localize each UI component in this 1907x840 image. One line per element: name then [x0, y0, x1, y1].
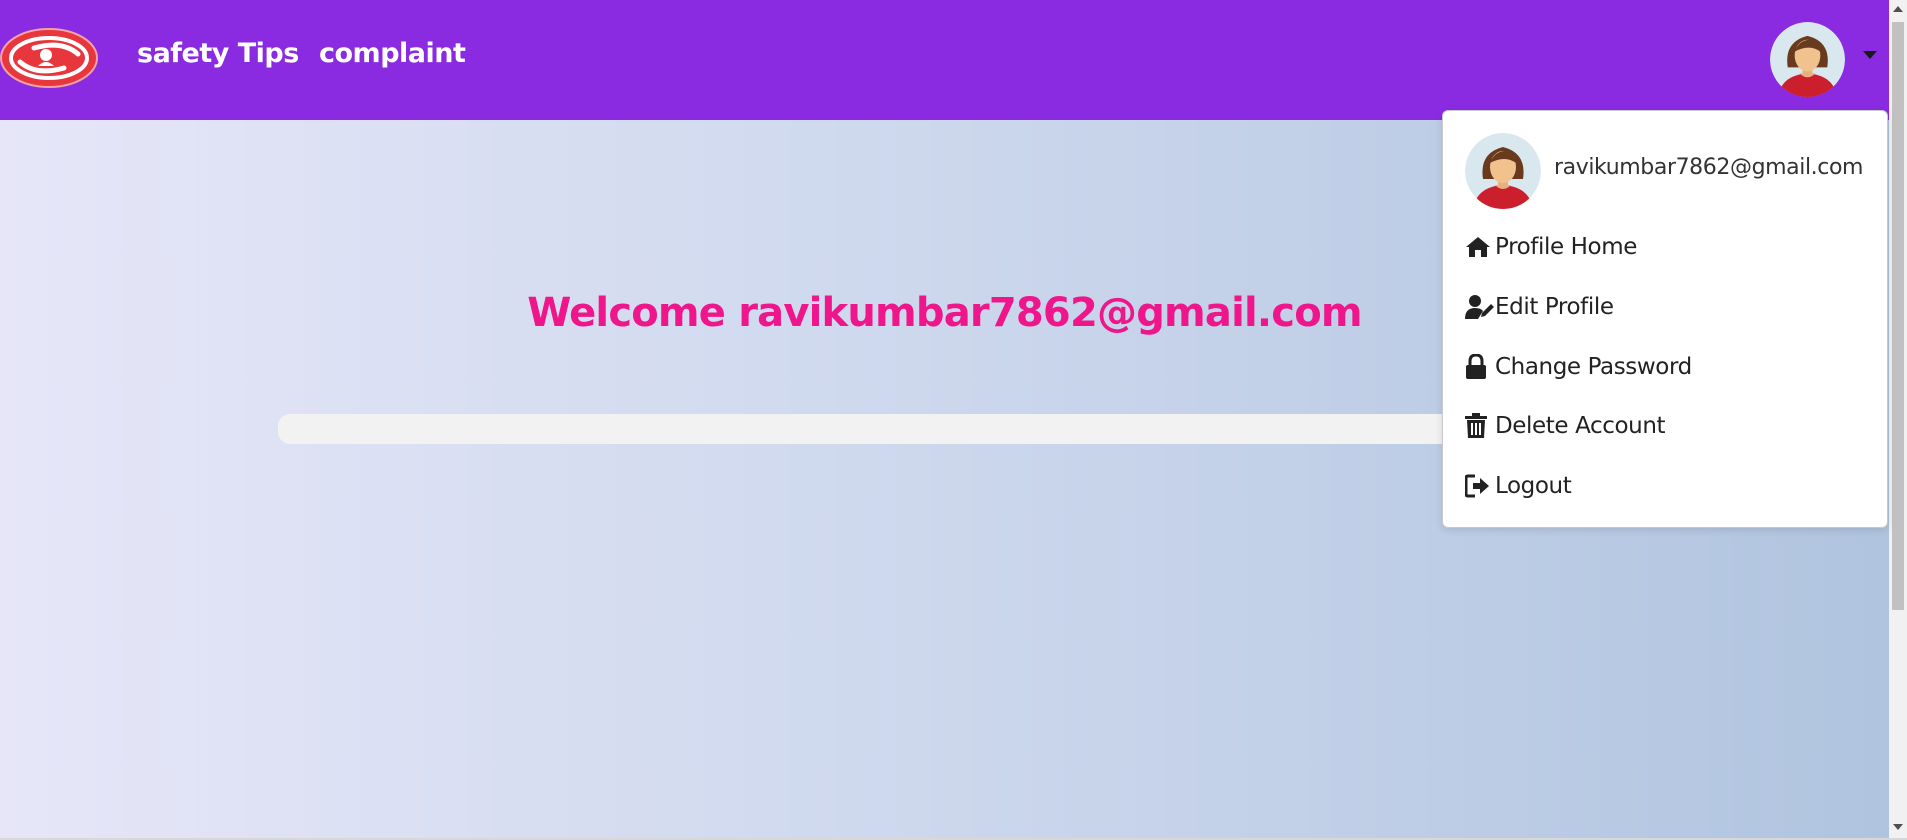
nav-link-complaint[interactable]: complaint — [319, 38, 466, 69]
top-navbar: safety Tips complaint — [0, 0, 1889, 120]
user-edit-icon — [1465, 293, 1495, 321]
menu-item-label: Edit Profile — [1495, 294, 1614, 320]
female-avatar-icon[interactable] — [1770, 22, 1845, 97]
logout-icon — [1465, 472, 1495, 500]
home-icon — [1465, 233, 1495, 261]
menu-item-delete-account[interactable]: Delete Account — [1465, 408, 1666, 444]
vertical-scrollbar[interactable] — [1889, 0, 1907, 838]
menu-item-profile-home[interactable]: Profile Home — [1465, 229, 1637, 265]
caret-down-icon[interactable] — [1863, 51, 1877, 59]
menu-item-label: Change Password — [1495, 354, 1692, 380]
progress-track — [278, 414, 1618, 444]
menu-item-change-password[interactable]: Change Password — [1465, 349, 1692, 385]
menu-item-label: Delete Account — [1495, 413, 1666, 439]
menu-item-label: Profile Home — [1495, 234, 1637, 260]
profile-dropdown-menu: ravikumbar7862@gmail.com Profile Home Ed… — [1442, 110, 1888, 528]
trash-icon — [1465, 412, 1495, 440]
female-avatar-icon — [1465, 133, 1541, 209]
menu-item-logout[interactable]: Logout — [1465, 468, 1572, 504]
menu-item-edit-profile[interactable]: Edit Profile — [1465, 289, 1614, 325]
scroll-up-arrow-icon[interactable] — [1893, 6, 1903, 12]
scroll-down-arrow-icon[interactable] — [1893, 824, 1903, 830]
scrollbar-thumb[interactable] — [1892, 22, 1904, 610]
lock-icon — [1465, 353, 1495, 381]
menu-item-label: Logout — [1495, 473, 1572, 499]
women-safety-hands-logo-icon[interactable] — [0, 28, 98, 88]
dropdown-user-email: ravikumbar7862@gmail.com — [1554, 155, 1864, 180]
nav-link-safety-tips[interactable]: safety Tips — [137, 38, 299, 69]
